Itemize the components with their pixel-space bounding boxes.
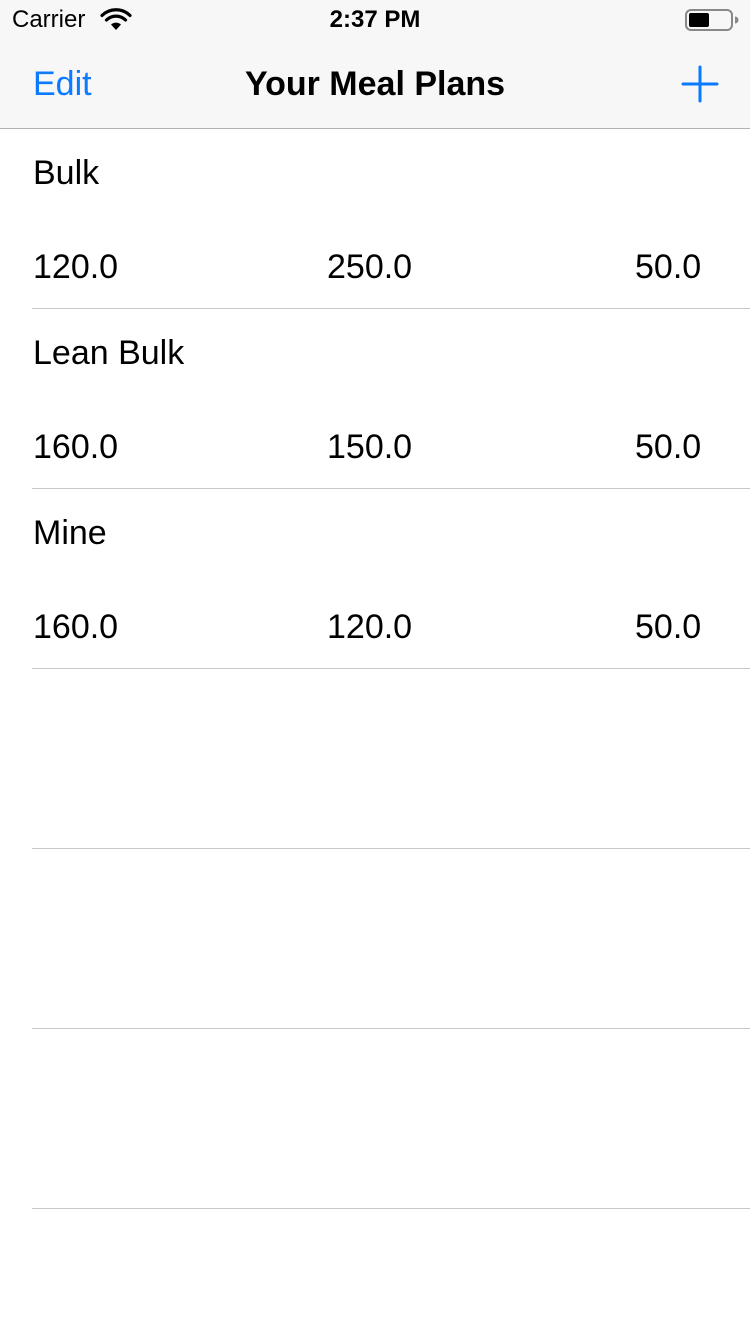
navigation-bar: Edit Your Meal Plans: [0, 40, 750, 129]
plus-icon[interactable]: [680, 64, 720, 104]
plan-name: Bulk: [33, 154, 100, 192]
meal-plan-list: Bulk 120.0 250.0 50.0 Lean Bulk 160.0 15…: [0, 129, 750, 1209]
plan-value-3: 50.0: [635, 608, 702, 646]
clock: 2:37 PM: [329, 6, 421, 33]
meal-plan-row[interactable]: Mine 160.0 120.0 50.0: [32, 489, 750, 669]
plan-name: Mine: [33, 514, 107, 552]
meal-plan-row[interactable]: Bulk 120.0 250.0 50.0: [32, 129, 750, 309]
empty-row: [32, 849, 750, 1029]
battery-icon: [685, 9, 739, 31]
meal-plan-row[interactable]: Lean Bulk 160.0 150.0 50.0: [32, 309, 750, 489]
plan-value-2: 120.0: [327, 608, 413, 646]
page-title: Your Meal Plans: [244, 65, 506, 103]
plan-value-2: 250.0: [327, 248, 413, 286]
plan-value-1: 160.0: [33, 608, 119, 646]
empty-row: [32, 669, 750, 849]
plan-value-3: 50.0: [635, 248, 702, 286]
status-bar: Carrier 2:37 PM: [0, 0, 750, 40]
plan-value-1: 160.0: [33, 428, 119, 466]
plan-name: Lean Bulk: [33, 334, 185, 372]
empty-row: [32, 1029, 750, 1209]
plan-value-1: 120.0: [33, 248, 119, 286]
plan-value-2: 150.0: [327, 428, 413, 466]
plan-value-3: 50.0: [635, 428, 702, 466]
